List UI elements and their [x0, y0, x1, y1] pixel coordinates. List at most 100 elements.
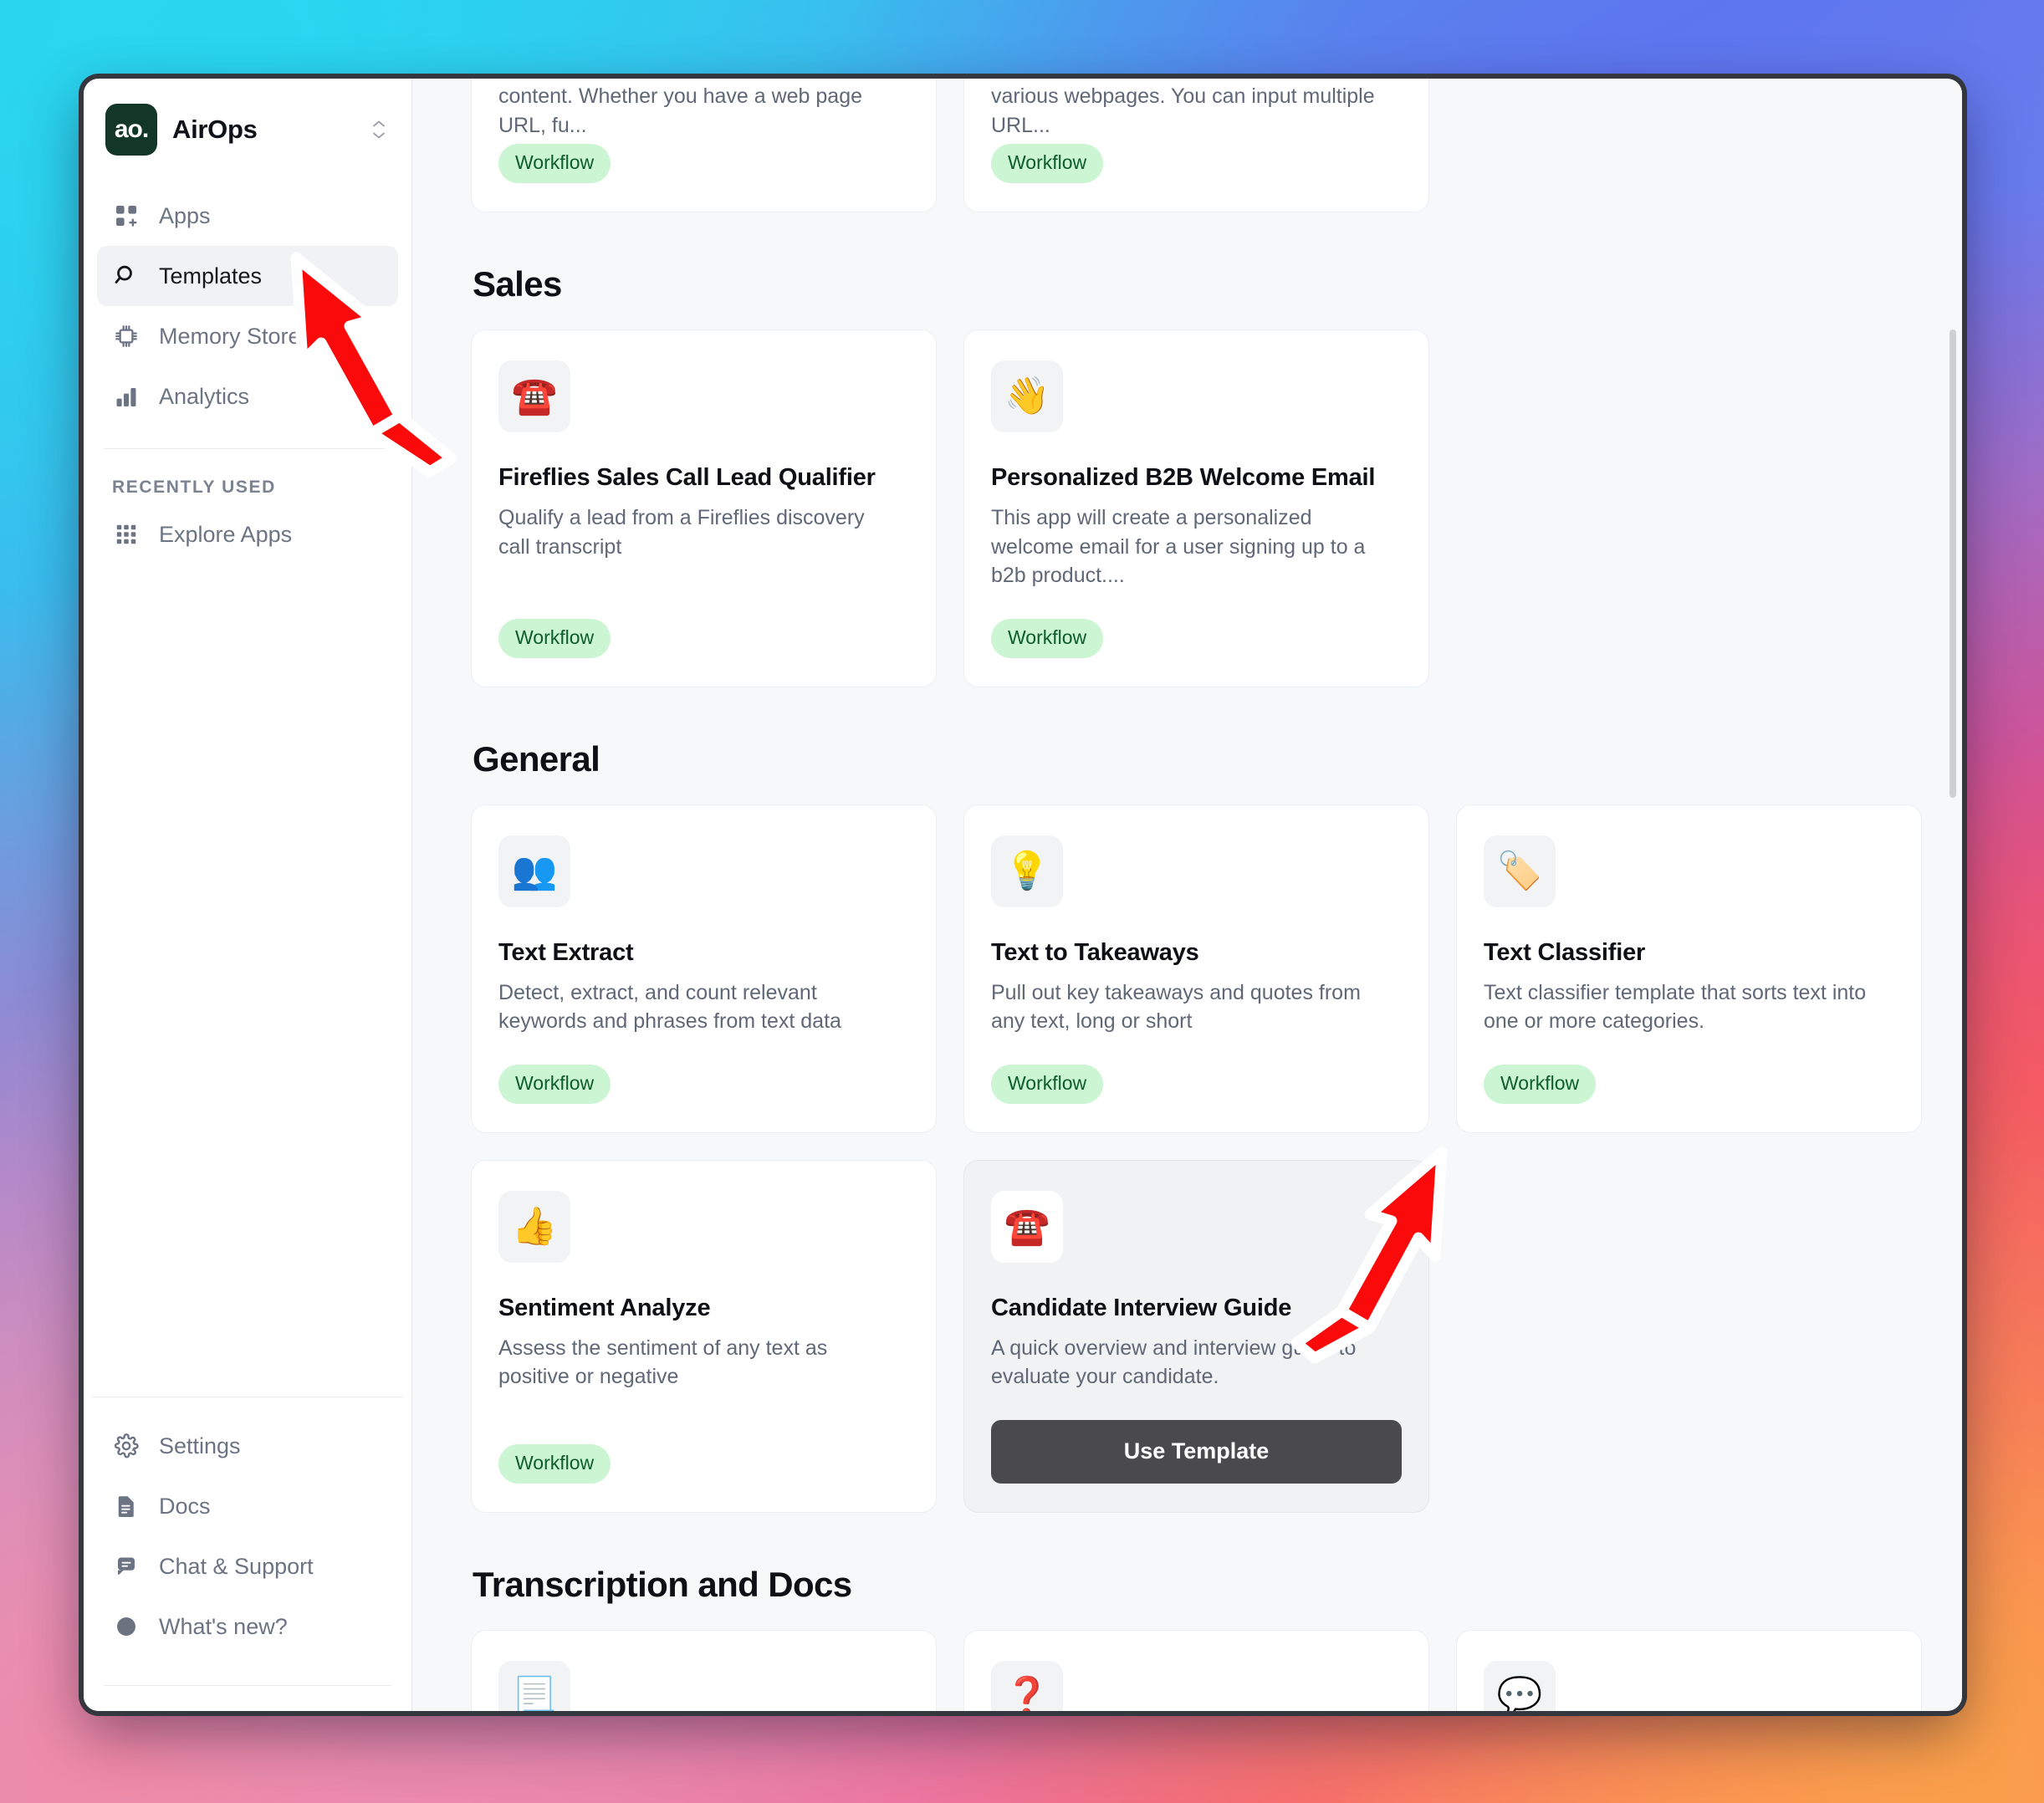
card-description: Text classifier template that sorts text…: [1484, 980, 1867, 1034]
airops-logo: ao.: [105, 104, 157, 156]
card-footer: Workflow: [991, 1036, 1402, 1104]
status-badge: Workflow: [991, 1064, 1104, 1104]
section-title-sales: Sales: [473, 264, 562, 304]
status-badge: Workflow: [498, 144, 611, 183]
sidebar: ao. AirOps Apps Templates Memory Stores …: [84, 79, 412, 1711]
use-template-button[interactable]: Use Template: [991, 1419, 1402, 1484]
sidebar-item-chat-support[interactable]: Chat & Support: [97, 1536, 398, 1596]
document-icon: [112, 1492, 141, 1520]
waving-hand-emoji-icon: 👋: [991, 360, 1063, 432]
template-card[interactable]: various webpages. You can input multiple…: [963, 79, 1429, 212]
recently-used-heading: RECENTLY USED: [112, 478, 276, 497]
chevron-up-down-icon[interactable]: [368, 120, 390, 139]
template-card[interactable]: content. Whether you have a web page URL…: [471, 79, 937, 212]
card-title: Text Classifier: [1484, 938, 1646, 966]
card-title: Text Extract: [498, 938, 634, 966]
grid-dots-icon: [112, 520, 141, 549]
sidebar-item-whats-new[interactable]: What's new?: [97, 1596, 398, 1657]
sidebar-item-templates[interactable]: Templates: [97, 246, 398, 306]
card-description: Qualify a lead from a Fireflies discover…: [498, 506, 865, 559]
card-title: Sentiment Analyze: [498, 1294, 711, 1321]
card-description: various webpages. You can input multiple…: [991, 84, 1375, 137]
logo-text: ao.: [114, 115, 149, 143]
bar-chart-icon: [112, 382, 141, 411]
card-description: Detect, extract, and count relevant keyw…: [498, 980, 841, 1034]
card-footer: Workflow: [991, 590, 1402, 658]
status-badge: Workflow: [498, 618, 611, 658]
speech-balloon-emoji-icon: 💬: [1484, 1660, 1556, 1711]
primary-nav: Apps Templates Memory Stores Analytics: [84, 174, 411, 426]
card-footer: Use Template: [991, 1392, 1402, 1484]
workspace-switcher[interactable]: ao. AirOps: [84, 79, 411, 174]
card-title: Personalized B2B Welcome Email: [991, 464, 1376, 491]
card-grid-sales: ☎️ Fireflies Sales Call Lead Qualifier Q…: [471, 329, 1951, 687]
workspace-name: AirOps: [172, 115, 258, 144]
sidebar-item-label: What's new?: [159, 1613, 288, 1639]
template-card-text-extract[interactable]: 👥 Text Extract Detect, extract, and coun…: [471, 804, 937, 1133]
templates-scroll-container: content. Whether you have a web page URL…: [471, 79, 1962, 1711]
scrollbar-thumb[interactable]: [1949, 329, 1956, 798]
card-description: content. Whether you have a web page URL…: [498, 84, 863, 137]
light-bulb-emoji-icon: 💡: [991, 835, 1063, 907]
search-icon: [112, 262, 141, 290]
sidebar-item-label: Chat & Support: [159, 1553, 314, 1579]
sidebar-item-label: Templates: [159, 263, 263, 289]
card-title: Fireflies Sales Call Lead Qualifier: [498, 464, 876, 491]
busts-in-silhouette-emoji-icon: 👥: [498, 835, 570, 907]
sidebar-item-label: Settings: [159, 1433, 241, 1458]
status-badge: Workflow: [991, 618, 1104, 658]
template-card-fireflies-sales-call-lead-qualifier[interactable]: ☎️ Fireflies Sales Call Lead Qualifier Q…: [471, 329, 937, 687]
template-card-text-classifier[interactable]: 🏷️ Text Classifier Text classifier templ…: [1456, 804, 1922, 1133]
recently-used-nav: Explore Apps: [84, 504, 411, 564]
card-title: Candidate Interview Guide: [991, 1294, 1292, 1321]
sidebar-item-label: Explore Apps: [159, 521, 293, 547]
card-description: Pull out key takeaways and quotes from a…: [991, 980, 1361, 1034]
card-description: Assess the sentiment of any text as posi…: [498, 1336, 828, 1389]
template-card-google-drive-transcription[interactable]: 💬 Google Drive Transcription Generate a …: [1456, 1629, 1922, 1711]
apps-grid-plus-icon: [112, 202, 141, 230]
sidebar-item-label: Memory Stores: [159, 323, 313, 349]
status-badge: Workflow: [498, 1064, 611, 1104]
template-card-sentiment-analyze[interactable]: 👍 Sentiment Analyze Assess the sentiment…: [471, 1159, 937, 1513]
card-description: A quick overview and interview guide to …: [991, 1336, 1357, 1389]
sidebar-item-analytics[interactable]: Analytics: [97, 366, 398, 426]
card-footer: Workflow: [498, 1416, 909, 1484]
status-badge: Workflow: [1484, 1064, 1597, 1104]
app-window: ao. AirOps Apps Templates Memory Stores …: [84, 79, 1962, 1711]
sidebar-item-explore-apps[interactable]: Explore Apps: [97, 504, 398, 564]
red-question-mark-emoji-icon: ❓: [991, 1660, 1063, 1711]
chat-bubble-icon: [112, 1552, 141, 1581]
sidebar-item-label: Analytics: [159, 383, 250, 409]
sidebar-item-memory-stores[interactable]: Memory Stores: [97, 306, 398, 366]
templates-main-panel: content. Whether you have a web page URL…: [412, 79, 1962, 1711]
card-title: Text to Takeaways: [991, 938, 1199, 966]
vertical-scrollbar[interactable]: [1947, 79, 1959, 1711]
thumbs-up-emoji-icon: 👍: [498, 1190, 570, 1263]
sidebar-item-label: Apps: [159, 202, 211, 228]
card-footer: Workflow: [498, 590, 909, 658]
memory-chip-icon: [112, 322, 141, 350]
sidebar-item-apps[interactable]: Apps: [97, 186, 398, 246]
sidebar-footer-nav: Settings Docs Chat & Support What's new?: [84, 1416, 411, 1672]
sidebar-item-docs[interactable]: Docs: [97, 1476, 398, 1536]
card-footer: Workflow: [498, 144, 909, 183]
page-with-curl-emoji-icon: 📃: [498, 1660, 570, 1711]
section-title-transcription-and-docs: Transcription and Docs: [473, 1564, 852, 1604]
telephone-receiver-emoji-icon: ☎️: [498, 360, 570, 432]
template-card-text-to-takeaways[interactable]: 💡 Text to Takeaways Pull out key takeawa…: [963, 804, 1429, 1133]
template-card-qa[interactable]: ❓ Q&A Ask any question using a memory st…: [963, 1629, 1429, 1711]
template-card-document-summarizer[interactable]: 📃 Document Summarizer Generate concise s…: [471, 1629, 937, 1711]
status-badge: Workflow: [991, 144, 1104, 183]
label-tag-emoji-icon: 🏷️: [1484, 835, 1556, 907]
template-card-candidate-interview-guide[interactable]: ☎️ Candidate Interview Guide A quick ove…: [963, 1159, 1429, 1513]
telephone-receiver-emoji-icon: ☎️: [991, 1190, 1063, 1263]
partial-card-row: content. Whether you have a web page URL…: [471, 79, 1951, 212]
circle-icon: [112, 1612, 141, 1641]
section-title-general: General: [473, 738, 600, 779]
card-footer: Workflow: [1484, 1036, 1894, 1104]
gear-icon: [112, 1432, 141, 1460]
sidebar-item-settings[interactable]: Settings: [97, 1416, 398, 1476]
card-description: This app will create a personalized welc…: [991, 506, 1366, 587]
template-card-personalized-b2b-welcome-email[interactable]: 👋 Personalized B2B Welcome Email This ap…: [963, 329, 1429, 687]
